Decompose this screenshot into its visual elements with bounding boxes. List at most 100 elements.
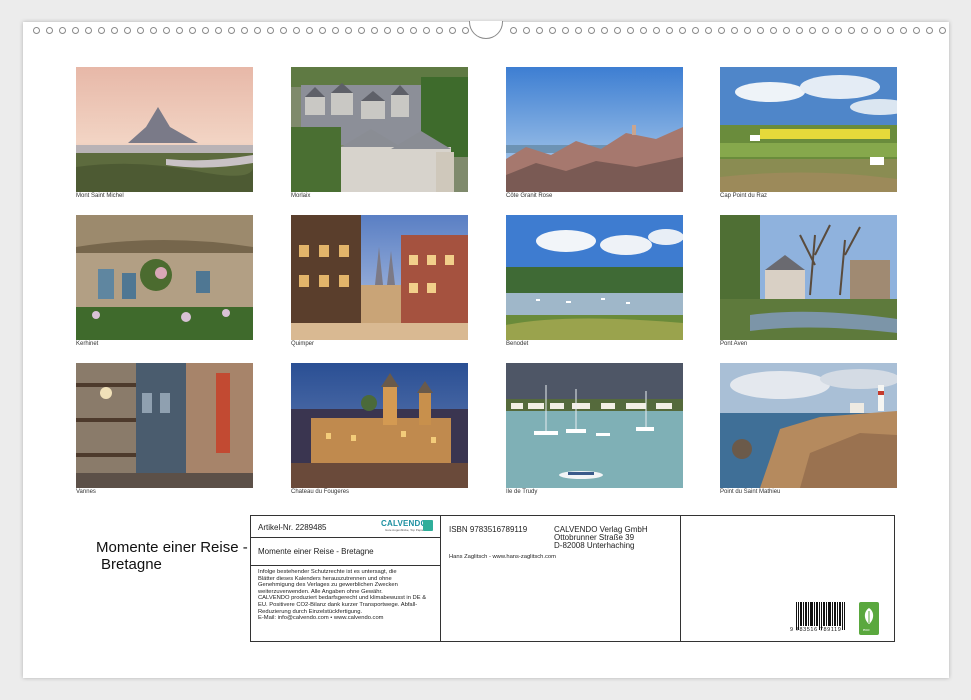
photo-kerhinet bbox=[76, 215, 253, 340]
binding-ring bbox=[228, 27, 235, 34]
binding-ring bbox=[705, 27, 712, 34]
table-divider bbox=[440, 516, 441, 641]
calvendo-logo-text: CALVENDO bbox=[381, 519, 427, 528]
article-number: Artikel-Nr. 2289485 bbox=[258, 523, 327, 532]
author-credit: Hans Zaglitsch - www.hans-zaglitsch.com bbox=[449, 554, 556, 560]
photo-caption: Pont Aven bbox=[720, 341, 748, 347]
photo-chateau-du-fougeres bbox=[291, 363, 468, 488]
photo-point-du-saint-mathieu bbox=[720, 363, 897, 488]
binding-ring bbox=[410, 27, 417, 34]
binding-ring bbox=[176, 27, 183, 34]
binding-ring bbox=[848, 27, 855, 34]
calendar-title: Momente einer Reise - Bretagne bbox=[96, 539, 248, 573]
binding-ring bbox=[614, 27, 621, 34]
binding-ring bbox=[926, 27, 933, 34]
binding-ring bbox=[575, 27, 582, 34]
binding-ring bbox=[163, 27, 170, 34]
binding-ring bbox=[562, 27, 569, 34]
binding-ring bbox=[371, 27, 378, 34]
eco-badge: eco bbox=[859, 602, 879, 635]
binding-ring bbox=[809, 27, 816, 34]
legal-line: E-Mail: info@calvendo.com • www.calvendo… bbox=[258, 615, 384, 622]
binding-ring bbox=[280, 27, 287, 34]
legal-line: Blätter dieses Kalenders herauszutrennen… bbox=[258, 575, 392, 582]
binding-ring bbox=[822, 27, 829, 34]
binding-ring bbox=[783, 27, 790, 34]
publisher-info-table: Artikel-Nr. 2289485 CALVENDO Gute Augenb… bbox=[250, 515, 895, 642]
photo-quimper bbox=[291, 215, 468, 340]
binding-ring bbox=[653, 27, 660, 34]
binding-ring bbox=[189, 27, 196, 34]
binding-ring bbox=[757, 27, 764, 34]
binding-ring bbox=[111, 27, 118, 34]
photo-caption: Morlaix bbox=[291, 193, 311, 199]
binding-ring bbox=[33, 27, 40, 34]
photo-caption: Cap Point du Raz bbox=[720, 193, 768, 199]
eco-label: eco bbox=[863, 627, 870, 632]
legal-line: weiterzuverwenden. Alle Angaben ohne Gew… bbox=[258, 588, 383, 595]
binding-ring bbox=[150, 27, 157, 34]
photo-caption: Chateau du Fougeres bbox=[291, 489, 350, 495]
barcode-number: 9 783516 789119 bbox=[790, 627, 842, 633]
binding-ring bbox=[293, 27, 300, 34]
binding-ring bbox=[549, 27, 556, 34]
binding-ring bbox=[601, 27, 608, 34]
binding-ring bbox=[588, 27, 595, 34]
legal-notice: Infolge bestehender Schutzrechte ist es … bbox=[258, 569, 426, 622]
photo-mont-saint-michel bbox=[76, 67, 253, 192]
binding-ring bbox=[436, 27, 443, 34]
binding-ring bbox=[202, 27, 209, 34]
photo-caption: Point du Saint Mathieu bbox=[720, 489, 781, 495]
calendar-title-line-1: Momente einer Reise - bbox=[96, 539, 248, 556]
binding-ring bbox=[358, 27, 365, 34]
table-divider bbox=[251, 565, 440, 566]
binding-ring bbox=[900, 27, 907, 34]
legal-line: Reduzierung durch Einzelstückfertigung. bbox=[258, 608, 363, 615]
binding-ring bbox=[770, 27, 777, 34]
binding-ring bbox=[462, 27, 469, 34]
legal-line: Genehmigung des Verlages zu gewerblichen… bbox=[258, 582, 398, 589]
calvendo-logo-icon bbox=[423, 520, 433, 531]
photo-vannes bbox=[76, 363, 253, 488]
binding-ring bbox=[46, 27, 53, 34]
calvendo-logo-tagline: Gute Augenblicke, Top Papier bbox=[385, 528, 425, 532]
binding-ring bbox=[124, 27, 131, 34]
photo-benodet bbox=[506, 215, 683, 340]
calendar-title-small: Momente einer Reise - Bretagne bbox=[258, 547, 374, 556]
binding-ring bbox=[744, 27, 751, 34]
binding-ring bbox=[384, 27, 391, 34]
binding-ring bbox=[731, 27, 738, 34]
legal-line: Infolge bestehender Schutzrechte ist es … bbox=[258, 569, 397, 575]
photo-cap-point-du-raz bbox=[720, 67, 897, 192]
photo-morlaix bbox=[291, 67, 468, 192]
binding-ring bbox=[215, 27, 222, 34]
publisher-city: D-82008 Unterhaching bbox=[554, 541, 635, 550]
binding-ring bbox=[523, 27, 530, 34]
binding-ring bbox=[627, 27, 634, 34]
binding-ring bbox=[913, 27, 920, 34]
table-divider bbox=[680, 516, 681, 641]
barcode bbox=[796, 602, 845, 630]
binding-ring bbox=[679, 27, 686, 34]
binding-ring bbox=[510, 27, 517, 34]
binding-ring bbox=[397, 27, 404, 34]
binding-ring bbox=[874, 27, 881, 34]
binding-ring bbox=[861, 27, 868, 34]
calendar-title-line-2: Bretagne bbox=[101, 556, 162, 573]
photo-caption: Quimper bbox=[291, 341, 315, 347]
binding-ring bbox=[887, 27, 894, 34]
photo-ile-de-trudy bbox=[506, 363, 683, 488]
binding-ring bbox=[666, 27, 673, 34]
binding-ring bbox=[692, 27, 699, 34]
photo-caption: Benodet bbox=[506, 341, 529, 347]
photo-caption: Ile de Trudy bbox=[506, 489, 538, 495]
binding-ring bbox=[137, 27, 144, 34]
binding-ring bbox=[306, 27, 313, 34]
binding-ring bbox=[267, 27, 274, 34]
binding-ring bbox=[241, 27, 248, 34]
photo-caption: Kerhinet bbox=[76, 341, 99, 347]
binding-ring bbox=[345, 27, 352, 34]
leaf-icon bbox=[864, 608, 874, 624]
binding-ring bbox=[835, 27, 842, 34]
binding-ring bbox=[449, 27, 456, 34]
